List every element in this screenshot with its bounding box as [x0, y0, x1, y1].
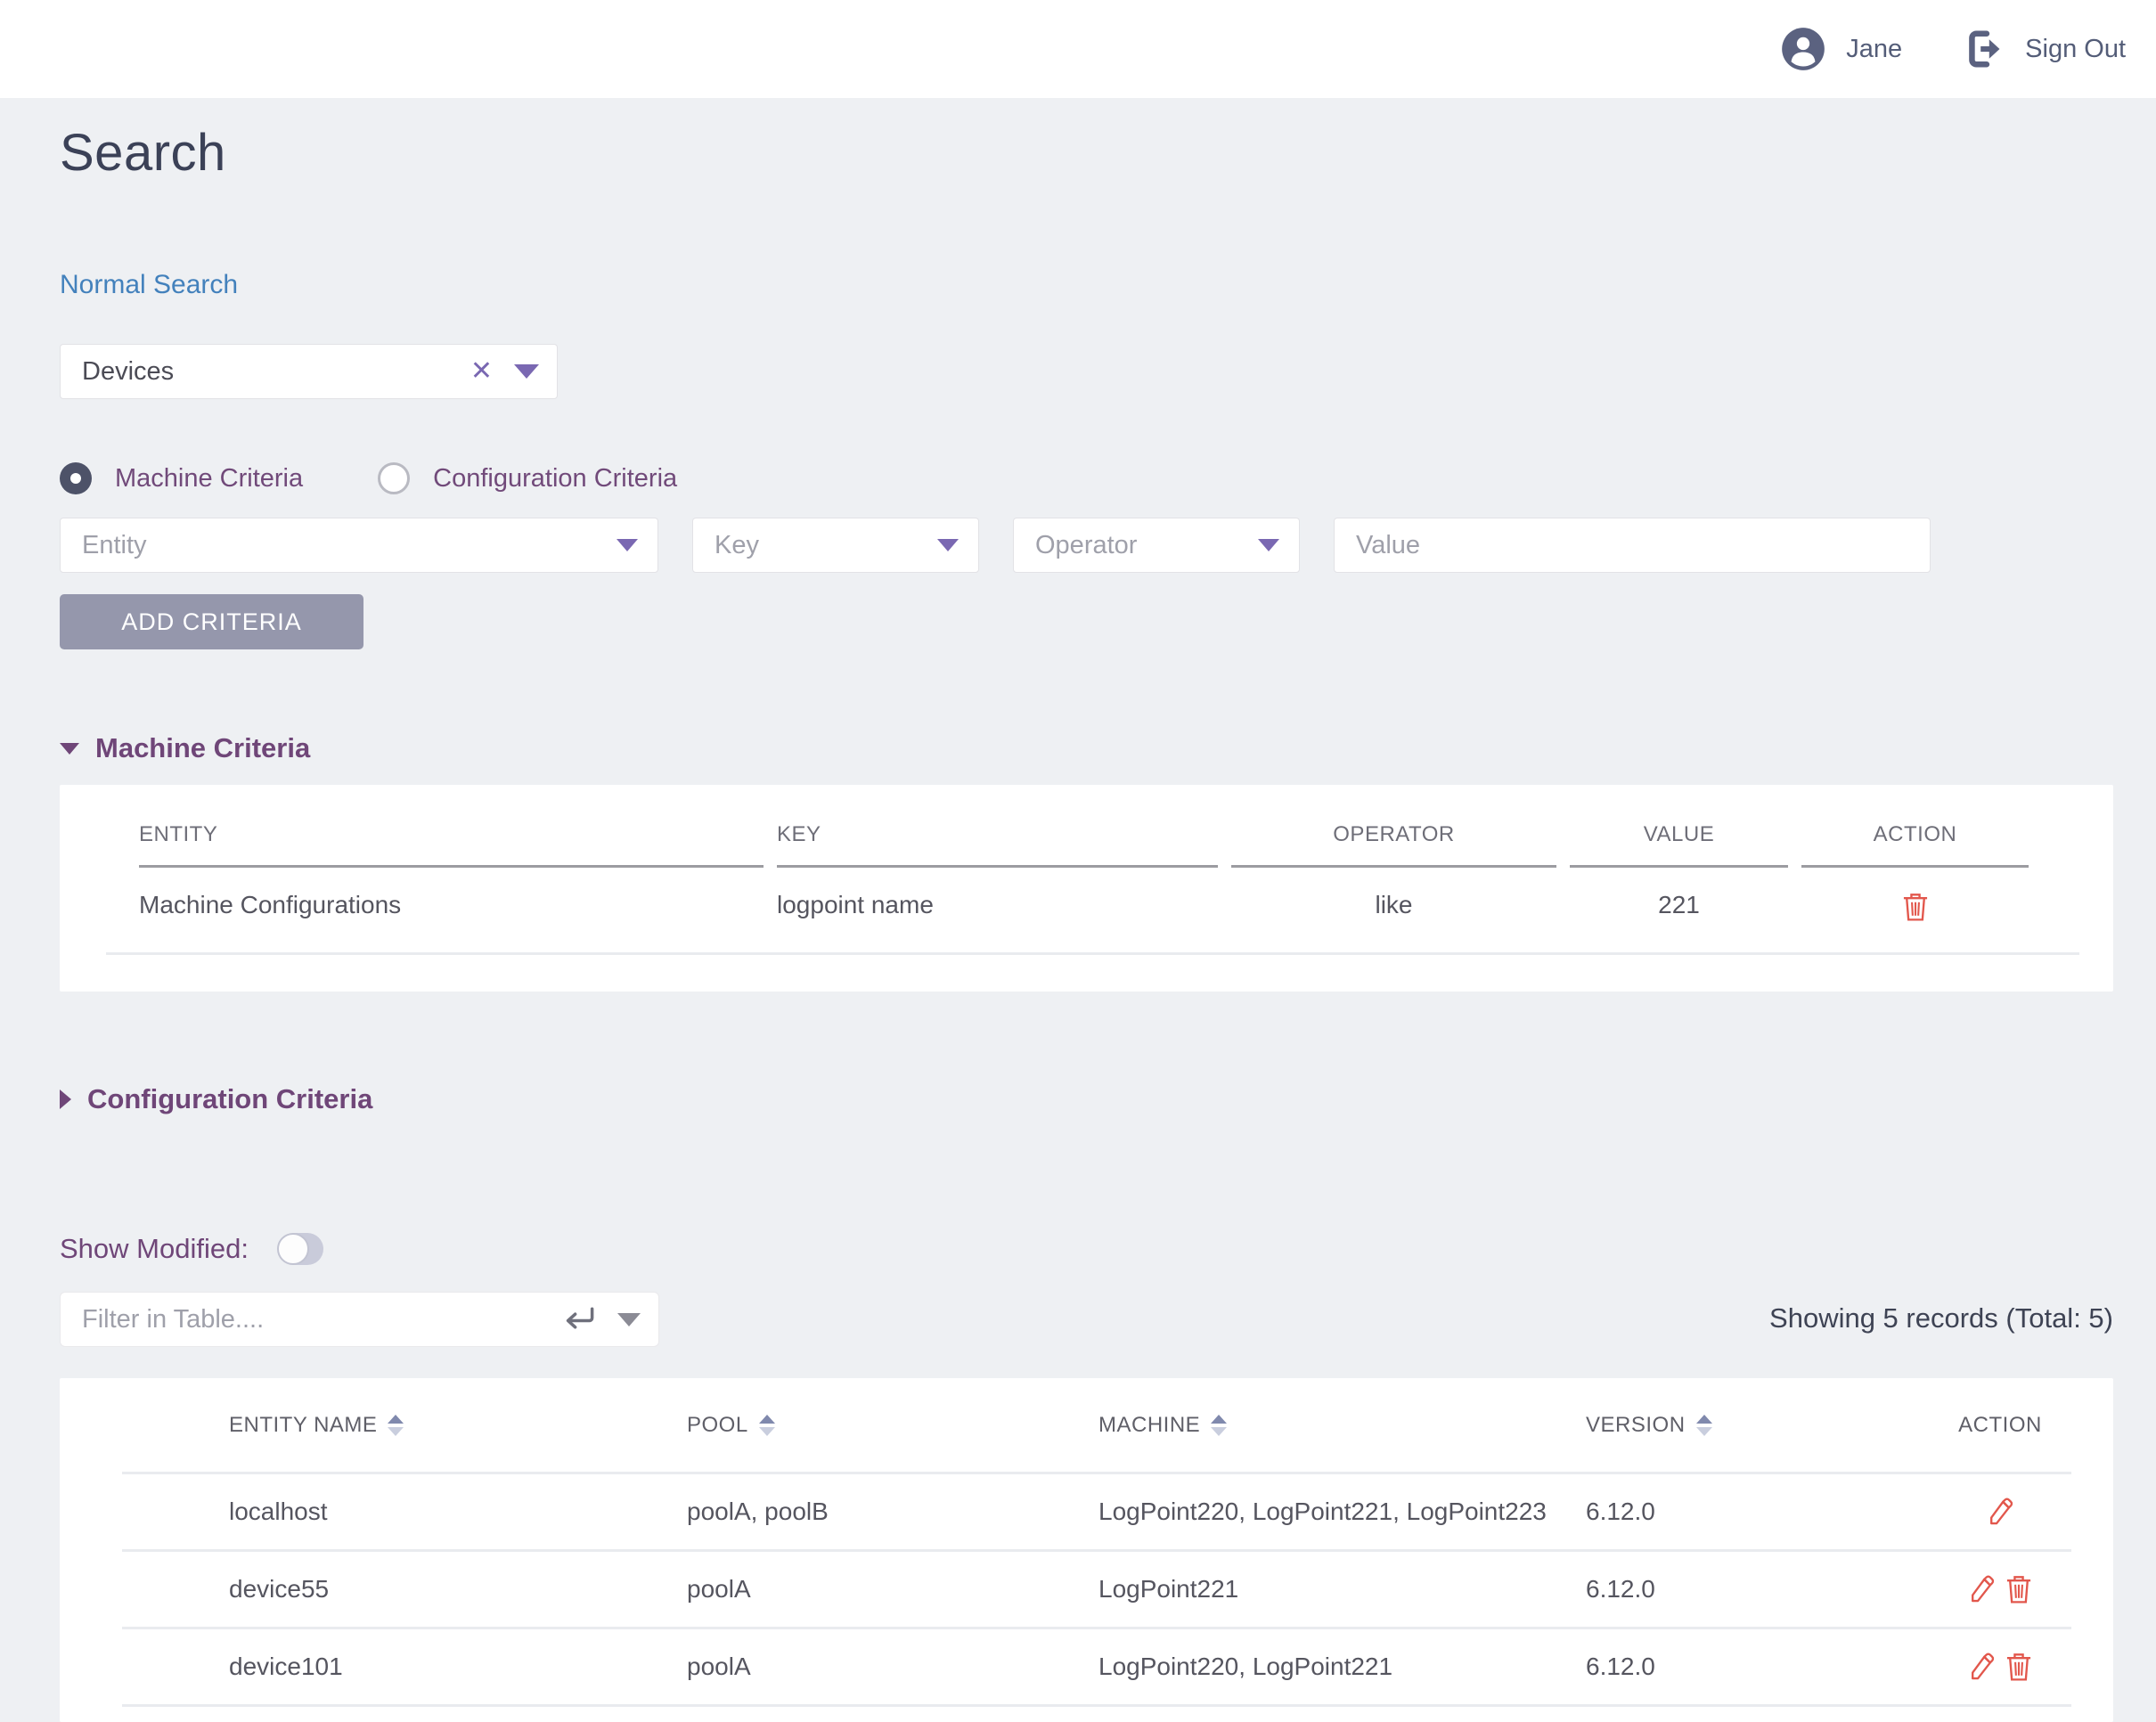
topbar: Jane Sign Out — [0, 0, 2156, 98]
col-header-operator: OPERATOR — [1231, 822, 1556, 868]
cell-entity-name: device101 — [229, 1653, 687, 1681]
cell-machine: LogPoint220, LogPoint221 — [1098, 1653, 1586, 1681]
key-dropdown[interactable]: Key — [692, 518, 979, 573]
radio-configuration-criteria-label: Configuration Criteria — [433, 464, 677, 494]
criteria-type-radio-group: Machine Criteria Configuration Criteria — [60, 462, 2113, 494]
clear-selection-icon[interactable]: ✕ — [470, 358, 493, 385]
chevron-down-icon — [1258, 539, 1279, 551]
cell-pool: poolA — [687, 1575, 1098, 1604]
cell-machine: LogPoint220, LogPoint221, LogPoint223 — [1098, 1498, 1586, 1526]
user-avatar-icon — [1780, 26, 1826, 72]
table-row: localhost poolA, poolB LogPoint220, LogP… — [60, 1474, 2113, 1549]
delete-criteria-icon[interactable] — [1901, 892, 1930, 922]
criteria-entity-value: Machine Configurations — [139, 868, 764, 922]
machine-criteria-row: Machine Configurations logpoint name lik… — [139, 868, 2069, 922]
sign-out-button[interactable]: Sign Out — [1964, 29, 2126, 69]
cell-entity-name: device55 — [229, 1575, 687, 1604]
edit-icon[interactable] — [1967, 1652, 1996, 1682]
table-row: device55 poolA LogPoint221 6.12.0 — [60, 1552, 2113, 1627]
col-header-action: ACTION — [1947, 1413, 2054, 1438]
chevron-down-icon[interactable] — [617, 1313, 641, 1326]
toggle-knob — [277, 1233, 309, 1265]
cell-machine: LogPoint221 — [1098, 1575, 1586, 1604]
col-header-entity: ENTITY — [139, 822, 764, 868]
machine-criteria-table-header: ENTITY KEY OPERATOR VALUE ACTION — [139, 822, 2069, 868]
configuration-criteria-section-title: Configuration Criteria — [87, 1083, 372, 1115]
normal-search-link[interactable]: Normal Search — [60, 270, 238, 300]
col-header-pool[interactable]: POOL — [687, 1413, 1098, 1438]
col-header-machine[interactable]: MACHINE — [1098, 1413, 1586, 1438]
col-header-key: KEY — [777, 822, 1218, 868]
collapse-arrow-icon — [60, 743, 79, 755]
cell-version: 6.12.0 — [1586, 1575, 1947, 1604]
chevron-down-icon — [617, 539, 638, 551]
col-header-version[interactable]: VERSION — [1586, 1413, 1947, 1438]
sort-icon[interactable] — [388, 1415, 404, 1436]
cell-pool: poolA — [687, 1653, 1098, 1681]
user-menu[interactable]: Jane — [1780, 26, 1902, 72]
table-filter-input[interactable] — [82, 1305, 562, 1334]
col-header-value: VALUE — [1570, 822, 1788, 868]
show-modified-label: Show Modified: — [60, 1233, 249, 1265]
sort-icon[interactable] — [1211, 1415, 1227, 1436]
criteria-key-value: logpoint name — [777, 868, 1218, 922]
sign-out-label: Sign Out — [2025, 35, 2126, 64]
page-title: Search — [60, 123, 2113, 183]
operator-dropdown[interactable]: Operator — [1013, 518, 1300, 573]
table-row: device101 poolA LogPoint220, LogPoint221… — [60, 1629, 2113, 1704]
configuration-criteria-section-header[interactable]: Configuration Criteria — [60, 1083, 2113, 1115]
divider — [122, 1704, 2071, 1707]
entity-type-selected-value: Devices — [82, 357, 470, 387]
value-input[interactable] — [1334, 518, 1931, 573]
machine-criteria-section-title: Machine Criteria — [95, 732, 310, 764]
cell-version: 6.12.0 — [1586, 1653, 1947, 1681]
key-dropdown-placeholder: Key — [715, 531, 937, 560]
main-content: Search Normal Search Devices ✕ Machine C… — [0, 123, 2156, 1722]
chevron-down-icon[interactable] — [514, 364, 539, 379]
results-table-header: ENTITY NAME POOL MACHINE VERSION ACTION — [60, 1378, 2113, 1472]
entity-dropdown[interactable]: Entity — [60, 518, 658, 573]
delete-icon[interactable] — [2005, 1652, 2033, 1682]
criteria-value-value: 221 — [1570, 868, 1788, 922]
chevron-down-icon — [937, 539, 959, 551]
sort-icon[interactable] — [759, 1415, 775, 1436]
criteria-form: Entity Key Operator — [60, 518, 2113, 573]
col-header-entity-name[interactable]: ENTITY NAME — [229, 1413, 687, 1438]
table-filter — [60, 1292, 659, 1347]
records-summary: Showing 5 records (Total: 5) — [1769, 1302, 2113, 1334]
entity-dropdown-placeholder: Entity — [82, 531, 617, 560]
delete-icon[interactable] — [2005, 1574, 2033, 1604]
edit-icon[interactable] — [1967, 1574, 1996, 1604]
col-header-action: ACTION — [1801, 822, 2029, 868]
machine-criteria-section-header[interactable]: Machine Criteria — [60, 732, 2113, 764]
cell-pool: poolA, poolB — [687, 1498, 1098, 1526]
operator-dropdown-placeholder: Operator — [1035, 531, 1258, 560]
expand-arrow-icon — [60, 1090, 71, 1109]
sign-out-icon — [1964, 29, 2005, 69]
results-table-card: ENTITY NAME POOL MACHINE VERSION ACTION … — [60, 1378, 2113, 1722]
user-name: Jane — [1846, 35, 1902, 64]
edit-icon[interactable] — [1986, 1497, 2014, 1527]
criteria-operator-value: like — [1231, 868, 1556, 922]
divider — [106, 952, 2079, 955]
radio-machine-criteria-label: Machine Criteria — [115, 464, 303, 494]
machine-criteria-card: ENTITY KEY OPERATOR VALUE ACTION Machine… — [60, 785, 2113, 992]
enter-key-icon[interactable] — [562, 1304, 596, 1334]
show-modified-toggle[interactable] — [279, 1233, 323, 1265]
radio-unselected-icon — [378, 462, 410, 494]
radio-machine-criteria[interactable]: Machine Criteria — [60, 462, 303, 494]
cell-entity-name: localhost — [229, 1498, 687, 1526]
cell-version: 6.12.0 — [1586, 1498, 1947, 1526]
radio-selected-icon — [60, 462, 92, 494]
entity-type-select[interactable]: Devices ✕ — [60, 344, 558, 399]
radio-configuration-criteria[interactable]: Configuration Criteria — [378, 462, 677, 494]
add-criteria-button[interactable]: ADD CRITERIA — [60, 594, 363, 649]
show-modified-row: Show Modified: — [60, 1233, 2113, 1265]
sort-icon[interactable] — [1696, 1415, 1712, 1436]
filter-row: Showing 5 records (Total: 5) — [60, 1292, 2113, 1347]
